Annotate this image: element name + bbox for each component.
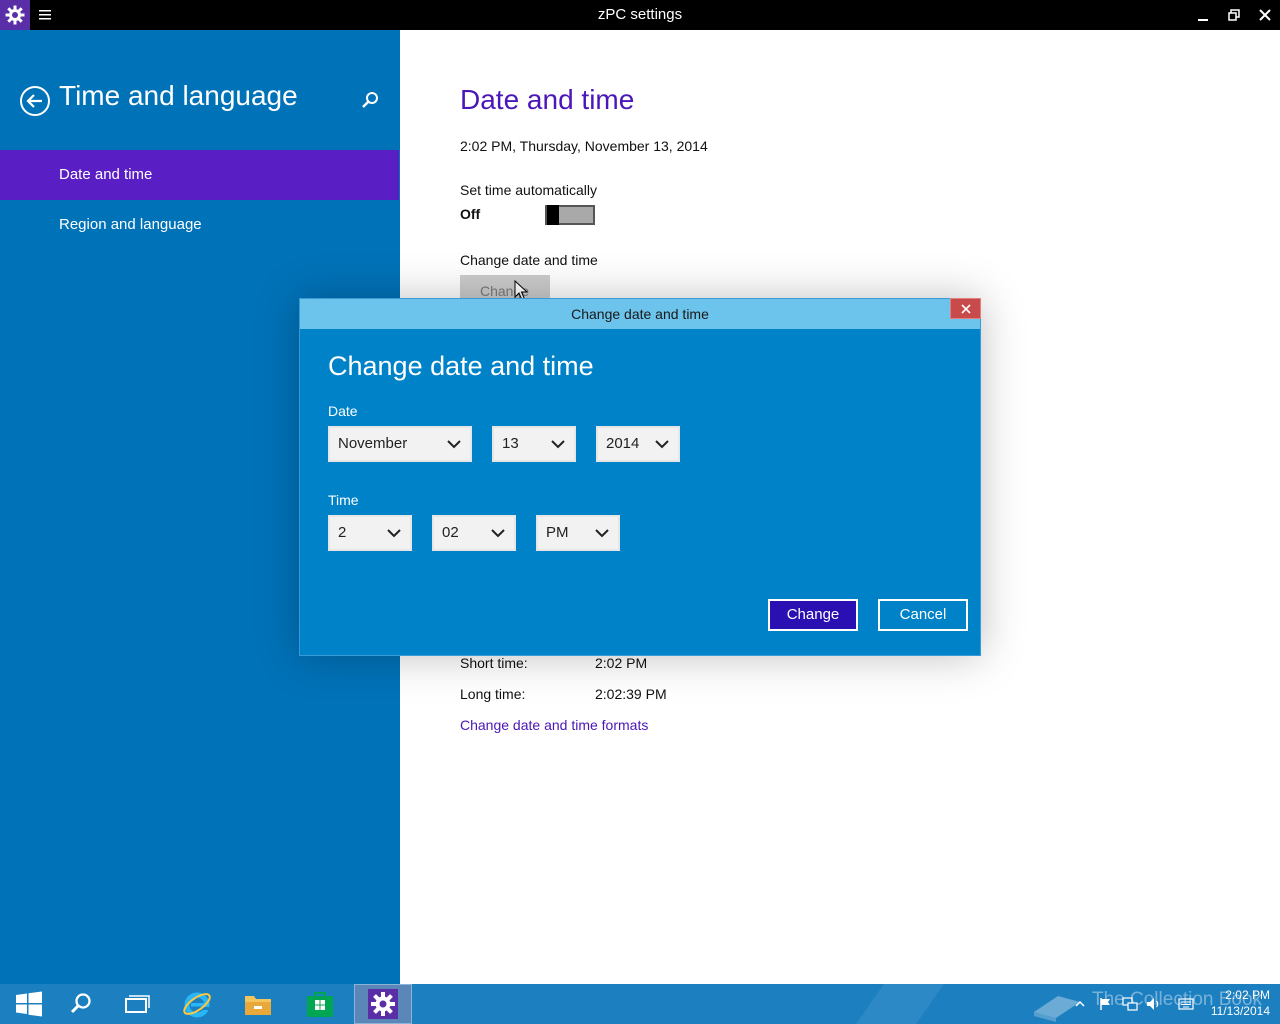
dialog-title: Change date and time bbox=[300, 299, 980, 329]
ampm-select[interactable]: PM bbox=[536, 515, 620, 551]
long-time-value: 2:02:39 PM bbox=[595, 686, 667, 702]
sidebar-title: Time and language bbox=[59, 80, 298, 111]
time-label: Time bbox=[328, 492, 359, 508]
cancel-button[interactable]: Cancel bbox=[878, 599, 968, 631]
chevron-up-icon[interactable] bbox=[1072, 996, 1088, 1012]
change-date-time-dialog: Change date and time Change date and tim… bbox=[299, 298, 981, 656]
back-arrow-icon[interactable] bbox=[19, 85, 51, 117]
task-view-icon[interactable] bbox=[108, 984, 166, 1024]
restore-icon[interactable] bbox=[1219, 0, 1249, 30]
sidebar-item-date-and-time[interactable]: Date and time bbox=[0, 150, 399, 200]
minimize-icon[interactable] bbox=[1188, 0, 1218, 30]
set-time-auto-label: Set time automatically bbox=[460, 182, 597, 198]
search-icon[interactable] bbox=[360, 90, 380, 110]
chevron-down-icon bbox=[655, 440, 669, 449]
set-time-auto-toggle[interactable] bbox=[545, 205, 595, 225]
set-time-auto-state: Off bbox=[460, 206, 481, 222]
sidebar-item-region-and-language[interactable]: Region and language bbox=[0, 200, 399, 250]
flag-icon[interactable] bbox=[1098, 996, 1114, 1012]
close-icon[interactable] bbox=[1250, 0, 1280, 30]
year-select[interactable]: 2014 bbox=[596, 426, 680, 462]
dialog-heading: Change date and time bbox=[328, 351, 594, 381]
window-titlebar: zPC settings bbox=[0, 0, 1280, 30]
clock-time: 2:02 PM bbox=[1225, 988, 1270, 1002]
taskbar-clock[interactable]: 2:02 PM 11/13/2014 bbox=[1200, 987, 1270, 1019]
store-icon[interactable] bbox=[291, 984, 349, 1024]
chevron-down-icon bbox=[595, 529, 609, 538]
volume-icon[interactable] bbox=[1146, 996, 1162, 1012]
search-icon[interactable] bbox=[52, 984, 110, 1024]
settings-icon[interactable] bbox=[354, 984, 412, 1024]
change-formats-link[interactable]: Change date and time formats bbox=[460, 717, 648, 733]
date-label: Date bbox=[328, 403, 358, 419]
current-datetime: 2:02 PM, Thursday, November 13, 2014 bbox=[460, 138, 708, 154]
minute-select[interactable]: 02 bbox=[432, 515, 516, 551]
long-time-label: Long time: bbox=[460, 686, 526, 702]
chevron-down-icon bbox=[491, 529, 505, 538]
window-title: zPC settings bbox=[597, 6, 683, 23]
dialog-close-icon[interactable] bbox=[950, 298, 981, 319]
start-icon[interactable] bbox=[0, 984, 58, 1024]
day-select[interactable]: 13 bbox=[492, 426, 576, 462]
chevron-down-icon bbox=[387, 529, 401, 538]
month-value: November bbox=[338, 435, 408, 452]
hour-value: 2 bbox=[338, 524, 347, 541]
network-icon[interactable] bbox=[1122, 996, 1138, 1012]
short-time-value: 2:02 PM bbox=[595, 655, 648, 671]
chevron-down-icon bbox=[551, 440, 565, 449]
ampm-value: PM bbox=[546, 524, 569, 541]
chevron-down-icon bbox=[447, 440, 461, 449]
keyboard-icon[interactable] bbox=[1178, 996, 1194, 1012]
internet-explorer-icon[interactable] bbox=[168, 984, 226, 1024]
month-select[interactable]: November bbox=[328, 426, 472, 462]
day-value: 13 bbox=[502, 435, 519, 452]
minute-value: 02 bbox=[442, 524, 459, 541]
page-title: Date and time bbox=[460, 84, 635, 115]
hour-select[interactable]: 2 bbox=[328, 515, 412, 551]
taskbar: The Collection Book 2:02 PM 11/13/2014 bbox=[0, 984, 1280, 1024]
clock-date: 11/13/2014 bbox=[1210, 1004, 1270, 1018]
short-time-label: Short time: bbox=[460, 655, 528, 671]
file-explorer-icon[interactable] bbox=[229, 984, 287, 1024]
change-section-label: Change date and time bbox=[460, 252, 598, 268]
toggle-knob bbox=[547, 205, 559, 225]
year-value: 2014 bbox=[606, 435, 640, 452]
change-button[interactable]: Change bbox=[768, 599, 858, 631]
